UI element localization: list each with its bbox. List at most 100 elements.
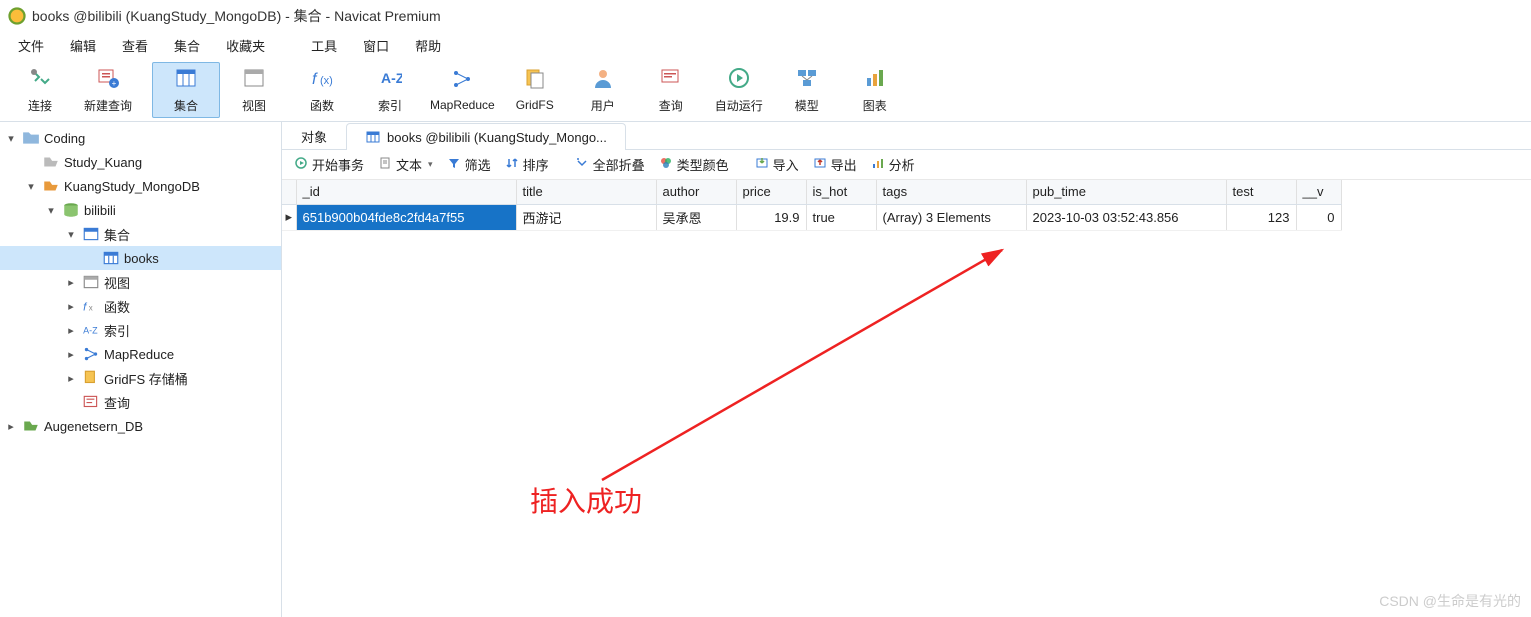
tree-label: 视图 — [104, 273, 130, 292]
action-export[interactable]: 导出 — [807, 153, 863, 176]
tool-newquery[interactable]: +新建查询 — [74, 62, 142, 118]
menu-4[interactable]: 收藏夹 — [214, 33, 277, 58]
tool-user[interactable]: 用户 — [569, 62, 637, 118]
action-filter[interactable]: 筛选 — [441, 153, 497, 176]
tree-node-11[interactable]: 查询 — [0, 390, 281, 414]
menu-5[interactable]: 工具 — [299, 33, 349, 58]
tree-node-3[interactable]: ▾bilibili — [0, 198, 281, 222]
action-doc[interactable]: 文本▾ — [372, 153, 439, 176]
conn-green-icon — [22, 417, 40, 435]
tx-icon — [294, 156, 308, 173]
cell-title[interactable]: 西游记 — [516, 204, 656, 230]
main-toolbar: 连接+新建查询集合视图f(x)函数A-Z索引MapReduceGridFS 用户 查… — [0, 58, 1531, 122]
tree-caret[interactable]: ▸ — [4, 420, 18, 433]
col-header-title[interactable]: title — [516, 180, 656, 204]
action-label: 分析 — [889, 155, 915, 174]
collapse-icon — [575, 156, 589, 173]
tree-node-12[interactable]: ▸Augenetsern_DB — [0, 414, 281, 438]
cell-author[interactable]: 吴承恩 — [656, 204, 736, 230]
action-tx[interactable]: 开始事务 — [288, 153, 370, 176]
row-pointer-header — [282, 180, 296, 204]
connection-tree[interactable]: ▾CodingStudy_Kuang▾KuangStudy_MongoDB▾bi… — [0, 122, 282, 617]
tree-node-9[interactable]: ▸ MapReduce — [0, 342, 281, 366]
tree-node-1[interactable]: Study_Kuang — [0, 150, 281, 174]
tab-1[interactable]: books @bilibili (KuangStudy_Mongo... — [346, 123, 626, 150]
view-icon — [82, 273, 100, 291]
action-analyze[interactable]: 分析 — [865, 153, 921, 176]
svg-text:+: + — [112, 79, 117, 88]
action-sort[interactable]: 排序 — [499, 153, 555, 176]
cell-is_hot[interactable]: true — [806, 204, 876, 230]
col-header-test[interactable]: test — [1226, 180, 1296, 204]
tool-label: 用户 — [591, 97, 615, 114]
action-color[interactable]: 类型颜色 — [653, 153, 735, 176]
col-header-tags[interactable]: tags — [876, 180, 1026, 204]
menu-6[interactable]: 窗口 — [351, 33, 401, 58]
tree-caret[interactable]: ▾ — [4, 132, 18, 145]
tree-node-5[interactable]: books — [0, 246, 281, 270]
tab-0[interactable]: 对象 — [282, 122, 346, 149]
tool-view[interactable]: 视图 — [220, 62, 288, 118]
tree-caret[interactable]: ▾ — [44, 204, 58, 217]
action-import[interactable]: 导入 — [749, 153, 805, 176]
cell-tags[interactable]: (Array) 3 Elements — [876, 204, 1026, 230]
tool-function[interactable]: f(x)函数 — [288, 62, 356, 118]
menu-7[interactable]: 帮助 — [403, 33, 453, 58]
tree-node-7[interactable]: ▸fx函数 — [0, 294, 281, 318]
cell-test[interactable]: 123 — [1226, 204, 1296, 230]
tree-caret[interactable]: ▸ — [64, 276, 78, 289]
tool-connect[interactable]: 连接 — [6, 62, 74, 118]
col-header-price[interactable]: price — [736, 180, 806, 204]
cell-_id[interactable]: 651b900b04fde8c2fd4a7f55 — [296, 204, 516, 230]
svg-text:A-Z: A-Z — [381, 70, 402, 86]
tree-node-6[interactable]: ▸ 视图 — [0, 270, 281, 294]
action-collapse[interactable]: 全部折叠 — [569, 153, 651, 176]
tool-index[interactable]: A-Z索引 — [356, 62, 424, 118]
menu-2[interactable]: 查看 — [110, 33, 160, 58]
table-row[interactable]: ▸651b900b04fde8c2fd4a7f55西游记吴承恩19.9true(… — [282, 204, 1341, 230]
svg-text:x: x — [89, 304, 93, 313]
action-label: 类型颜色 — [677, 155, 729, 174]
tree-caret[interactable]: ▾ — [24, 180, 38, 193]
cell-price[interactable]: 19.9 — [736, 204, 806, 230]
col-header-is_hot[interactable]: is_hot — [806, 180, 876, 204]
tool-model[interactable]: 模型 — [773, 62, 841, 118]
cell-__v[interactable]: 0 — [1296, 204, 1341, 230]
tree-caret[interactable]: ▸ — [64, 324, 78, 337]
tab-label: 对象 — [301, 127, 327, 146]
menu-1[interactable]: 编辑 — [58, 33, 108, 58]
tool-query[interactable]: 查询 — [637, 62, 705, 118]
col-header-pub_time[interactable]: pub_time — [1026, 180, 1226, 204]
action-label: 导出 — [831, 155, 857, 174]
tree-node-0[interactable]: ▾Coding — [0, 126, 281, 150]
tree-caret[interactable]: ▸ — [64, 300, 78, 313]
tree-node-10[interactable]: ▸GridFS 存储桶 — [0, 366, 281, 390]
function-icon: f(x) — [310, 66, 334, 93]
col-header-__v[interactable]: __v — [1296, 180, 1341, 204]
tool-autorun[interactable]: 自动运行 — [705, 62, 773, 118]
cell-pub_time[interactable]: 2023-10-03 03:52:43.856 — [1026, 204, 1226, 230]
menu-0[interactable]: 文件 — [6, 33, 56, 58]
gridfs-icon — [82, 369, 100, 387]
tree-caret[interactable]: ▸ — [64, 372, 78, 385]
tree-label: MapReduce — [104, 347, 174, 362]
tree-node-8[interactable]: ▸A-Z索引 — [0, 318, 281, 342]
tool-collection[interactable]: 集合 — [152, 62, 220, 118]
conn-orange-icon — [42, 177, 60, 195]
tree-node-2[interactable]: ▾KuangStudy_MongoDB — [0, 174, 281, 198]
query-icon — [82, 393, 100, 411]
coll-icon — [365, 129, 381, 145]
data-grid[interactable]: _idtitleauthorpriceis_hottagspub_timetes… — [282, 180, 1531, 617]
tree-node-4[interactable]: ▾集合 — [0, 222, 281, 246]
conn-grey-icon — [42, 153, 60, 171]
grid-action-bar: 开始事务文本▾筛选排序全部折叠 类型颜色 导入 导出 分析 — [282, 150, 1531, 180]
menu-3[interactable]: 集合 — [162, 33, 212, 58]
tool-mapreduce[interactable]: MapReduce — [424, 62, 501, 118]
tool-gridfs[interactable]: GridFS — [501, 62, 569, 118]
col-header-author[interactable]: author — [656, 180, 736, 204]
tree-caret[interactable]: ▾ — [64, 228, 78, 241]
tree-caret[interactable]: ▸ — [64, 348, 78, 361]
action-label: 开始事务 — [312, 155, 364, 174]
col-header-_id[interactable]: _id — [296, 180, 516, 204]
tool-chart[interactable]: 图表 — [841, 62, 909, 118]
